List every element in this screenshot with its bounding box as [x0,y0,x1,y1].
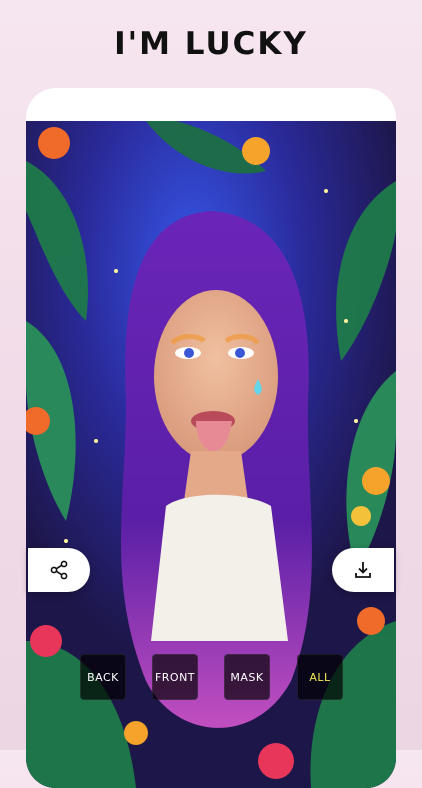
mode-selector: BACK FRONT MASK ALL [0,654,422,700]
download-icon [355,562,371,578]
mode-mask-button[interactable]: MASK [224,654,270,700]
mode-front-button[interactable]: FRONT [152,654,198,700]
share-icon [50,560,68,580]
mode-all-button[interactable]: ALL [297,654,343,700]
download-button[interactable] [332,548,394,592]
mode-back-button[interactable]: BACK [80,654,126,700]
promo-headline: I'M LUCKY [114,26,308,62]
share-button[interactable] [28,548,90,592]
